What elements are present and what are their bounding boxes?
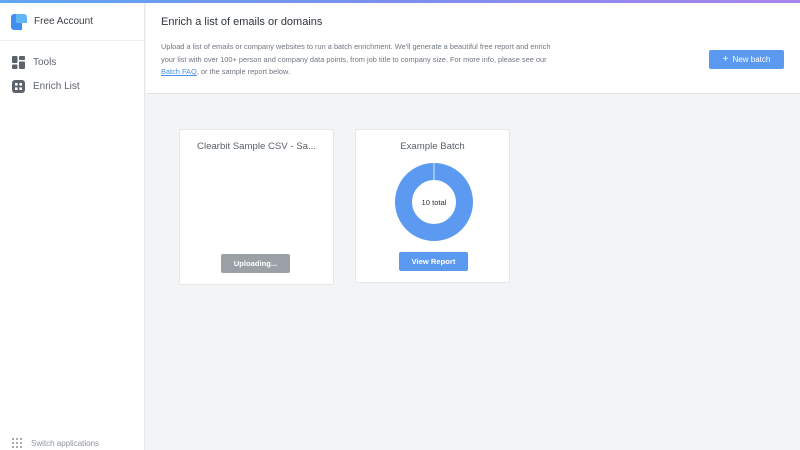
sidebar: Free Account Tools Enrich List Switch ap…	[0, 3, 145, 450]
batch-card-title: Example Batch	[400, 141, 465, 152]
tools-icon	[12, 55, 25, 69]
new-batch-button[interactable]: + New batch	[709, 50, 784, 69]
clearbit-logo-icon	[11, 13, 27, 30]
batch-card-example[interactable]: Example Batch 10 total View Report	[355, 129, 510, 283]
batch-card-title: Clearbit Sample CSV - Sa...	[197, 141, 316, 152]
view-report-button[interactable]: View Report	[399, 252, 468, 271]
sidebar-item-tools[interactable]: Tools	[0, 50, 144, 74]
sidebar-item-enrich-list[interactable]: Enrich List	[0, 74, 144, 98]
switch-applications-label: Switch applications	[31, 438, 100, 448]
account-name: Free Account	[34, 16, 93, 27]
plus-icon: +	[722, 53, 729, 65]
description-text-end: , or the sample report below.	[196, 67, 291, 77]
sidebar-item-label: Tools	[33, 56, 57, 68]
page-header: Enrich a list of emails or domains Uploa…	[146, 3, 800, 94]
sidebar-item-label: Enrich List	[33, 80, 80, 92]
app-grid-icon	[12, 438, 22, 448]
page-title: Enrich a list of emails or domains	[161, 16, 323, 28]
switch-applications[interactable]: Switch applications	[12, 436, 99, 450]
page-description: Upload a list of emails or company websi…	[161, 41, 566, 79]
batch-faq-link[interactable]: Batch FAQ	[161, 67, 197, 76]
description-text: Upload a list of emails or company websi…	[161, 42, 551, 64]
enrich-list-icon	[12, 79, 25, 93]
account-switcher[interactable]: Free Account	[0, 3, 144, 41]
batch-card-sample-csv[interactable]: Clearbit Sample CSV - Sa... Uploading...	[179, 129, 334, 285]
donut-total-label: 10 total	[421, 197, 447, 207]
new-batch-label: New batch	[732, 55, 771, 64]
uploading-button: Uploading...	[221, 254, 290, 273]
